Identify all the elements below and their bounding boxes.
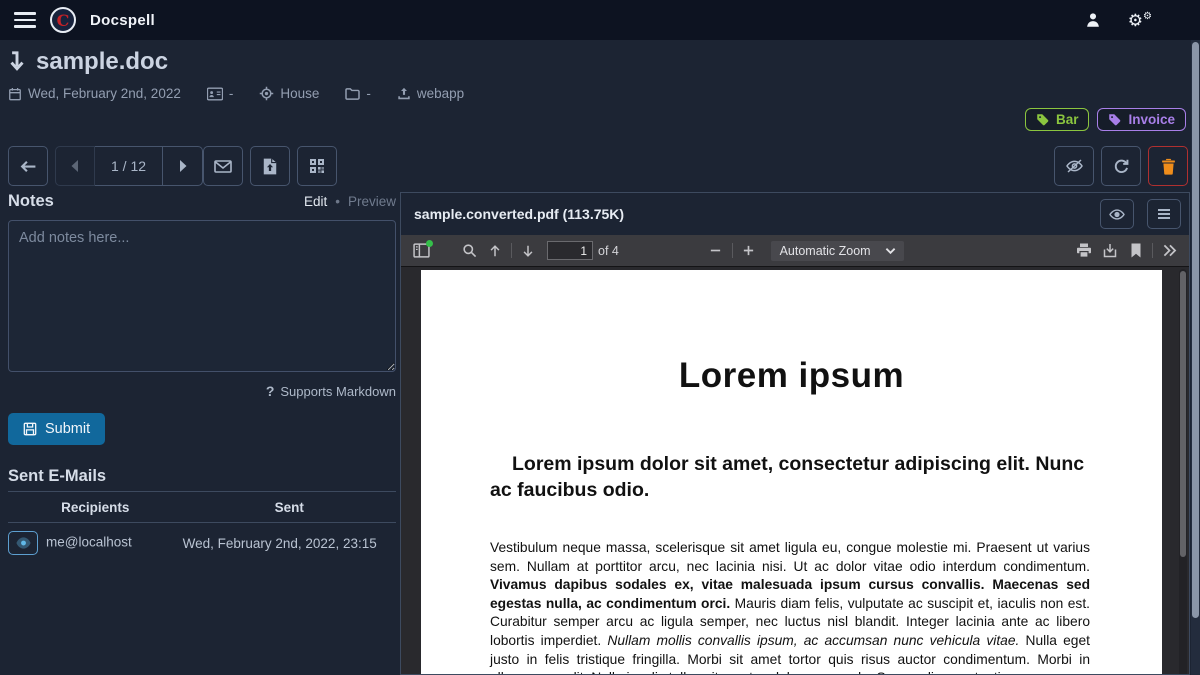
folder-icon [345, 87, 360, 100]
chevron-down-icon [885, 247, 896, 255]
tag-label: Bar [1056, 112, 1079, 127]
docspell-logo[interactable]: C [50, 7, 76, 33]
folder-value[interactable]: - [366, 86, 371, 101]
reprocess-button[interactable] [1101, 146, 1141, 186]
document-subtitle: Lorem ipsum dolor sit amet, consectetur … [490, 451, 1090, 503]
page-scrollbar-thumb[interactable] [1192, 42, 1199, 618]
hide-item-button[interactable] [1054, 146, 1094, 186]
redo-icon [1113, 158, 1130, 175]
send-mail-button[interactable] [203, 146, 243, 186]
page-count-label: of 4 [598, 244, 619, 258]
document-paragraph: Vestibulum neque massa, scelerisque sit … [490, 539, 1090, 674]
jump-down-icon[interactable] [8, 51, 26, 73]
submit-notes-button[interactable]: Submit [8, 413, 105, 445]
bars-icon [1157, 208, 1171, 220]
item-title: sample.doc [36, 48, 168, 76]
eye-icon [1109, 208, 1125, 221]
trash-icon [1161, 158, 1176, 175]
concerning-value[interactable]: House [280, 86, 319, 101]
source-value: webapp [417, 86, 464, 101]
sent-email-row: me@localhost Wed, February 2nd, 2022, 23… [8, 523, 396, 564]
tag-label: Invoice [1128, 112, 1175, 127]
markdown-hint-label: Supports Markdown [280, 384, 396, 399]
file-upload-icon [263, 158, 277, 175]
zoom-in-button[interactable] [736, 239, 762, 263]
pdf-scrollbar[interactable] [1179, 269, 1187, 674]
save-icon [23, 422, 37, 436]
pdf-scrollbar-thumb[interactable] [1180, 271, 1186, 557]
menu-hamburger-icon[interactable] [14, 12, 36, 28]
sidebar-badge [426, 240, 433, 247]
notes-tab-preview[interactable]: Preview [348, 194, 396, 209]
tools-button[interactable] [1156, 239, 1182, 263]
print-button[interactable] [1071, 239, 1097, 263]
upload-icon [397, 87, 411, 101]
chevron-left-icon [70, 160, 80, 172]
question-icon: ? [266, 383, 275, 399]
email-recipient: me@localhost [46, 535, 132, 550]
gear-icon[interactable]: ⚙⚙ [1128, 12, 1152, 29]
document-title: Lorem ipsum [421, 356, 1162, 396]
markdown-hint-link[interactable]: ? Supports Markdown [8, 383, 396, 399]
calendar-icon [8, 87, 22, 101]
bookmark-button[interactable] [1123, 239, 1149, 263]
page-scrollbar[interactable] [1191, 40, 1200, 675]
envelope-icon [214, 159, 232, 174]
next-page-button[interactable] [515, 239, 541, 263]
tag-invoice[interactable]: Invoice [1097, 108, 1186, 131]
previous-page-button[interactable] [482, 239, 508, 263]
app-title: Docspell [90, 12, 155, 29]
user-icon[interactable] [1084, 11, 1102, 29]
delete-button[interactable] [1148, 146, 1188, 186]
pdf-viewer: Lorem ipsum Lorem ipsum dolor sit amet, … [401, 267, 1189, 674]
prev-item-button[interactable] [55, 146, 95, 186]
view-email-button[interactable] [8, 531, 38, 555]
find-button[interactable] [456, 239, 482, 263]
notes-heading: Notes [8, 192, 54, 211]
qrcode-icon [309, 158, 325, 174]
download-button[interactable] [1097, 239, 1123, 263]
zoom-select[interactable]: Automatic Zoom [771, 241, 904, 261]
tab-separator: • [335, 194, 340, 209]
tag-icon [1036, 113, 1049, 126]
column-sent: Sent [183, 494, 396, 523]
attachment-panel: sample.converted.pdf (113.75K) [400, 192, 1190, 675]
qr-code-button[interactable] [297, 146, 337, 186]
next-item-button[interactable] [163, 146, 203, 186]
sent-emails-heading: Sent E-Mails [8, 467, 396, 492]
page-number-input[interactable] [547, 241, 593, 260]
correspondent-value[interactable]: - [229, 86, 234, 101]
back-button[interactable] [8, 146, 48, 186]
attachment-filename: sample.converted.pdf (113.75K) [414, 206, 624, 222]
pdf-page: Lorem ipsum Lorem ipsum dolor sit amet, … [421, 270, 1162, 674]
chevron-right-icon [178, 160, 188, 172]
submit-label: Submit [45, 421, 90, 437]
attachment-preview-button[interactable] [1100, 199, 1134, 229]
zoom-select-value: Automatic Zoom [780, 244, 871, 258]
arrow-left-icon [20, 158, 37, 175]
zoom-out-button[interactable] [703, 239, 729, 263]
column-recipients: Recipients [8, 494, 183, 523]
notes-input[interactable] [8, 220, 396, 372]
attachment-menu-button[interactable] [1147, 199, 1181, 229]
crosshair-icon [259, 86, 274, 101]
item-page-indicator: 1 / 12 [95, 146, 163, 186]
tag-bar[interactable]: Bar [1025, 108, 1090, 131]
notes-tab-edit[interactable]: Edit [304, 194, 327, 209]
pdfjs-toolbar: of 4 Automatic Zoom [401, 235, 1189, 267]
tag-icon [1108, 113, 1121, 126]
sidebar-toggle-button[interactable] [408, 239, 434, 263]
email-sent-date: Wed, February 2nd, 2022, 23:15 [183, 523, 396, 564]
address-card-icon [207, 87, 223, 101]
item-date[interactable]: Wed, February 2nd, 2022 [28, 86, 181, 101]
eye-slash-icon [1065, 158, 1084, 174]
top-navbar: C Docspell ⚙⚙ [0, 0, 1200, 40]
add-files-button[interactable] [250, 146, 290, 186]
